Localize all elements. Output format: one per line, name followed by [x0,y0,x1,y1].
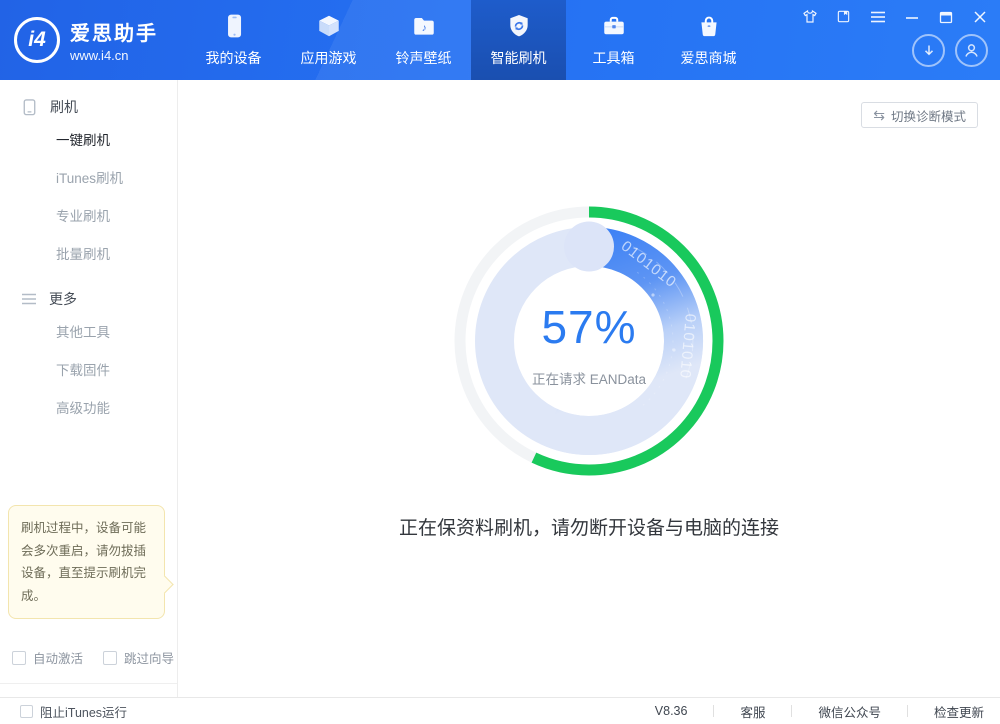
maximize-icon[interactable] [937,8,954,25]
skip-setup-checkbox[interactable]: 跳过向导 [103,648,174,667]
window-controls [801,8,988,25]
auto-activate-checkbox[interactable]: 自动激活 [12,648,83,667]
main-content: ⇆ 切换诊断模式 [178,80,1000,697]
wechat-official-link[interactable]: 微信公众号 [818,702,881,721]
nav-label: 爱思商城 [681,48,737,68]
sidebar-item-itunes-flash[interactable]: iTunes刷机 [0,158,177,196]
bookmark-icon[interactable] [835,8,852,25]
close-icon[interactable] [971,8,988,25]
cube-icon [315,12,343,40]
check-update-link[interactable]: 检查更新 [934,702,984,721]
main-nav: 我的设备 应用游戏 ♪ 铃声壁纸 智能刷机 工具箱 [186,0,756,80]
nav-label: 应用游戏 [301,48,357,68]
divider [713,705,714,717]
checkbox-label: 自动激活 [33,648,83,667]
app-logo: i4 爱思助手 www.i4.cn [0,0,186,80]
svg-text:♪: ♪ [421,23,426,34]
app-url: www.i4.cn [70,48,158,63]
sidebar-item-one-click-flash[interactable]: 一键刷机 [0,120,177,158]
app-title: 爱思助手 [70,17,158,46]
checkbox-label: 阻止iTunes运行 [40,702,127,721]
status-bar: 阻止iTunes运行 V8.36 客服 微信公众号 检查更新 [0,697,1000,724]
theme-skin-icon[interactable] [801,8,818,25]
nav-store[interactable]: 爱思商城 [661,0,756,80]
sidebar-section-flash: 刷机 [0,94,177,120]
title-bar: i4 爱思助手 www.i4.cn 我的设备 应用游戏 ♪ 铃声壁纸 [0,0,1000,80]
flash-progress-ring: 0101010 0101010 57% 正在请求 EANData [448,200,730,487]
sidebar-item-batch-flash[interactable]: 批量刷机 [0,234,177,272]
version-label: V8.36 [655,704,688,718]
sidebar-section-more: 更多 [0,286,177,312]
sidebar-item-pro-flash[interactable]: 专业刷机 [0,196,177,234]
nav-label: 智能刷机 [491,48,547,68]
account-button[interactable] [955,34,988,67]
progress-status: 正在请求 EANData [532,368,646,388]
sidebar-item-download-firmware[interactable]: 下载固件 [0,350,177,388]
nav-smart-flash[interactable]: 智能刷机 [471,0,566,80]
divider [791,705,792,717]
logo-icon: i4 [14,17,60,63]
block-itunes-checkbox[interactable]: 阻止iTunes运行 [20,702,127,721]
menu-lines-icon [20,291,38,307]
divider [907,705,908,717]
menu-icon[interactable] [869,8,886,25]
customer-service-link[interactable]: 客服 [740,702,765,721]
nav-my-device[interactable]: 我的设备 [186,0,281,80]
checkbox-label: 跳过向导 [124,648,174,667]
checkbox-box[interactable] [20,705,33,718]
nav-ringtones-wallpapers[interactable]: ♪ 铃声壁纸 [376,0,471,80]
shield-refresh-icon [505,12,533,40]
progress-percent: 57% [541,300,636,354]
sidebar-item-advanced[interactable]: 高级功能 [0,388,177,426]
minimize-icon[interactable] [903,8,920,25]
toolbox-icon [600,12,628,40]
nav-toolbox[interactable]: 工具箱 [566,0,661,80]
checkbox-box[interactable] [103,651,117,665]
section-title: 刷机 [50,97,78,117]
section-title: 更多 [49,289,77,309]
sidebar: 刷机 一键刷机 iTunes刷机 专业刷机 批量刷机 更多 其他工具 下载固件 … [0,80,178,697]
sidebar-item-other-tools[interactable]: 其他工具 [0,312,177,350]
nav-label: 工具箱 [593,48,635,68]
flash-status-message: 正在保资料刷机，请勿断开设备与电脑的连接 [178,513,1000,540]
flash-warning-note: 刷机过程中，设备可能会多次重启，请勿拔插设备，直至提示刷机完成。 [8,505,165,619]
nav-label: 我的设备 [206,48,262,68]
switch-button-label: 切换诊断模式 [891,106,966,125]
shopping-bag-icon [695,12,723,40]
ringtone-folder-icon: ♪ [410,12,438,40]
device-icon [20,98,39,117]
checkbox-box[interactable] [12,651,26,665]
nav-apps-games[interactable]: 应用游戏 [281,0,376,80]
download-manager-button[interactable] [912,34,945,67]
swap-icon: ⇆ [873,107,885,124]
switch-diagnostic-mode-button[interactable]: ⇆ 切换诊断模式 [861,102,978,128]
phone-icon [220,12,248,40]
nav-label: 铃声壁纸 [396,48,452,68]
